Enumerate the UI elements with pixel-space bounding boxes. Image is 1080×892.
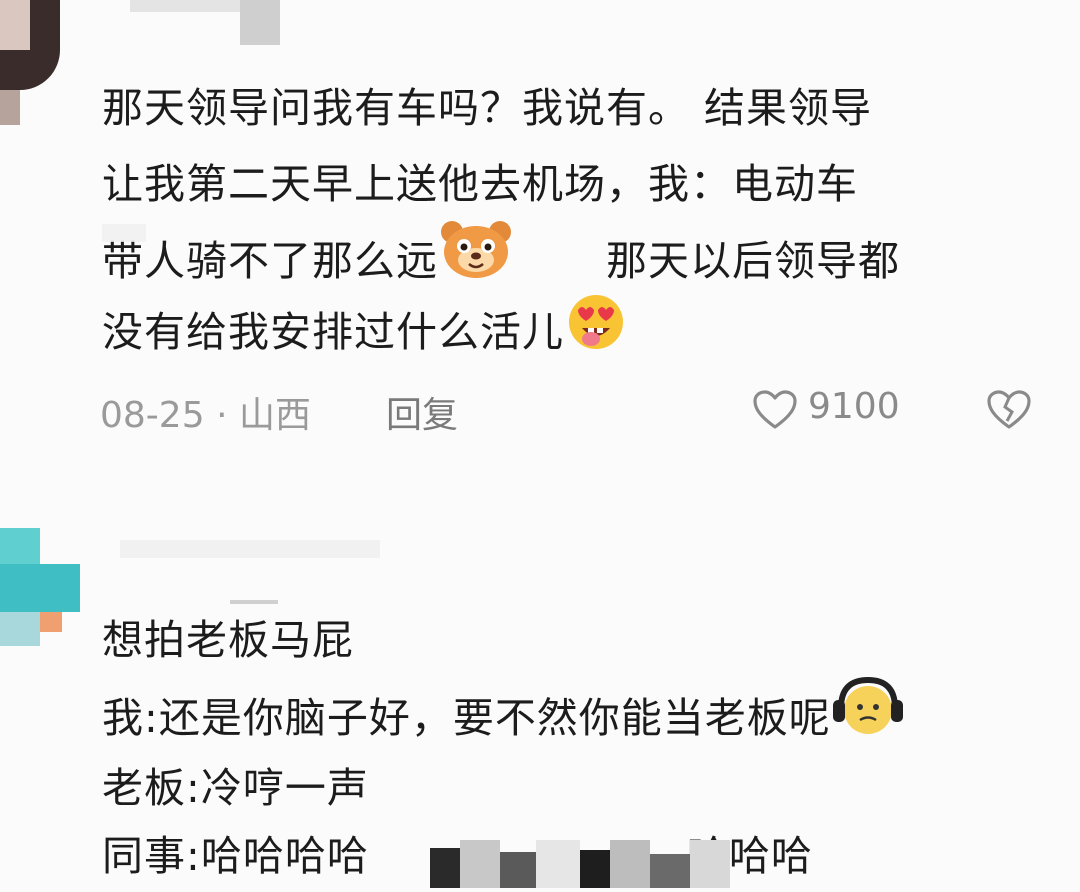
like-count: 9100 (808, 386, 900, 427)
username-mosaic-2 (240, 0, 280, 45)
comment-1-line-1: 那天领导问我有车吗？我说有。 结果领导 (102, 84, 873, 132)
comment-1-meta: 08-25 · 山西 (100, 386, 311, 438)
comment-2-line-1: 想拍老板马屁 (102, 616, 354, 664)
comment-1-line-2: 让我第二天早上送他去机场，我：电动车 (102, 160, 858, 208)
comment-2-line-4-prefix: 同事:哈哈哈哈 (102, 832, 369, 880)
like-button[interactable] (752, 389, 798, 435)
avatar[interactable] (0, 0, 82, 125)
bear-emoji-icon (438, 218, 514, 302)
username-mosaic (120, 540, 380, 558)
username-mosaic (130, 0, 240, 12)
comment-2-line-2-text: 我:还是你脑子好，要不然你能当老板呢 (102, 694, 831, 742)
heart-outline-icon (753, 390, 797, 429)
text-mosaic (430, 840, 730, 888)
headphone-face-emoji-icon (831, 674, 905, 760)
comment-date: 08-25 (100, 395, 205, 436)
broken-heart-icon (987, 390, 1031, 429)
reply-button[interactable]: 回复 (386, 386, 458, 438)
heart-eyes-emoji-icon (564, 290, 628, 372)
comment-1-line-3a: 带人骑不了那么远 (102, 237, 438, 285)
meta-dot: · (216, 395, 228, 436)
text-mosaic (102, 224, 146, 242)
comment-location: 山西 (238, 395, 311, 436)
comment-1-line-4: 没有给我安排过什么活儿 (102, 294, 628, 376)
dislike-button[interactable] (986, 389, 1032, 435)
comment-1-line-4-text: 没有给我安排过什么活儿 (102, 308, 564, 356)
comment-2-line-3: 老板:冷哼一声 (102, 764, 369, 812)
comment-1-line-3b: 那天以后领导都 (606, 237, 900, 285)
avatar[interactable] (0, 528, 80, 646)
